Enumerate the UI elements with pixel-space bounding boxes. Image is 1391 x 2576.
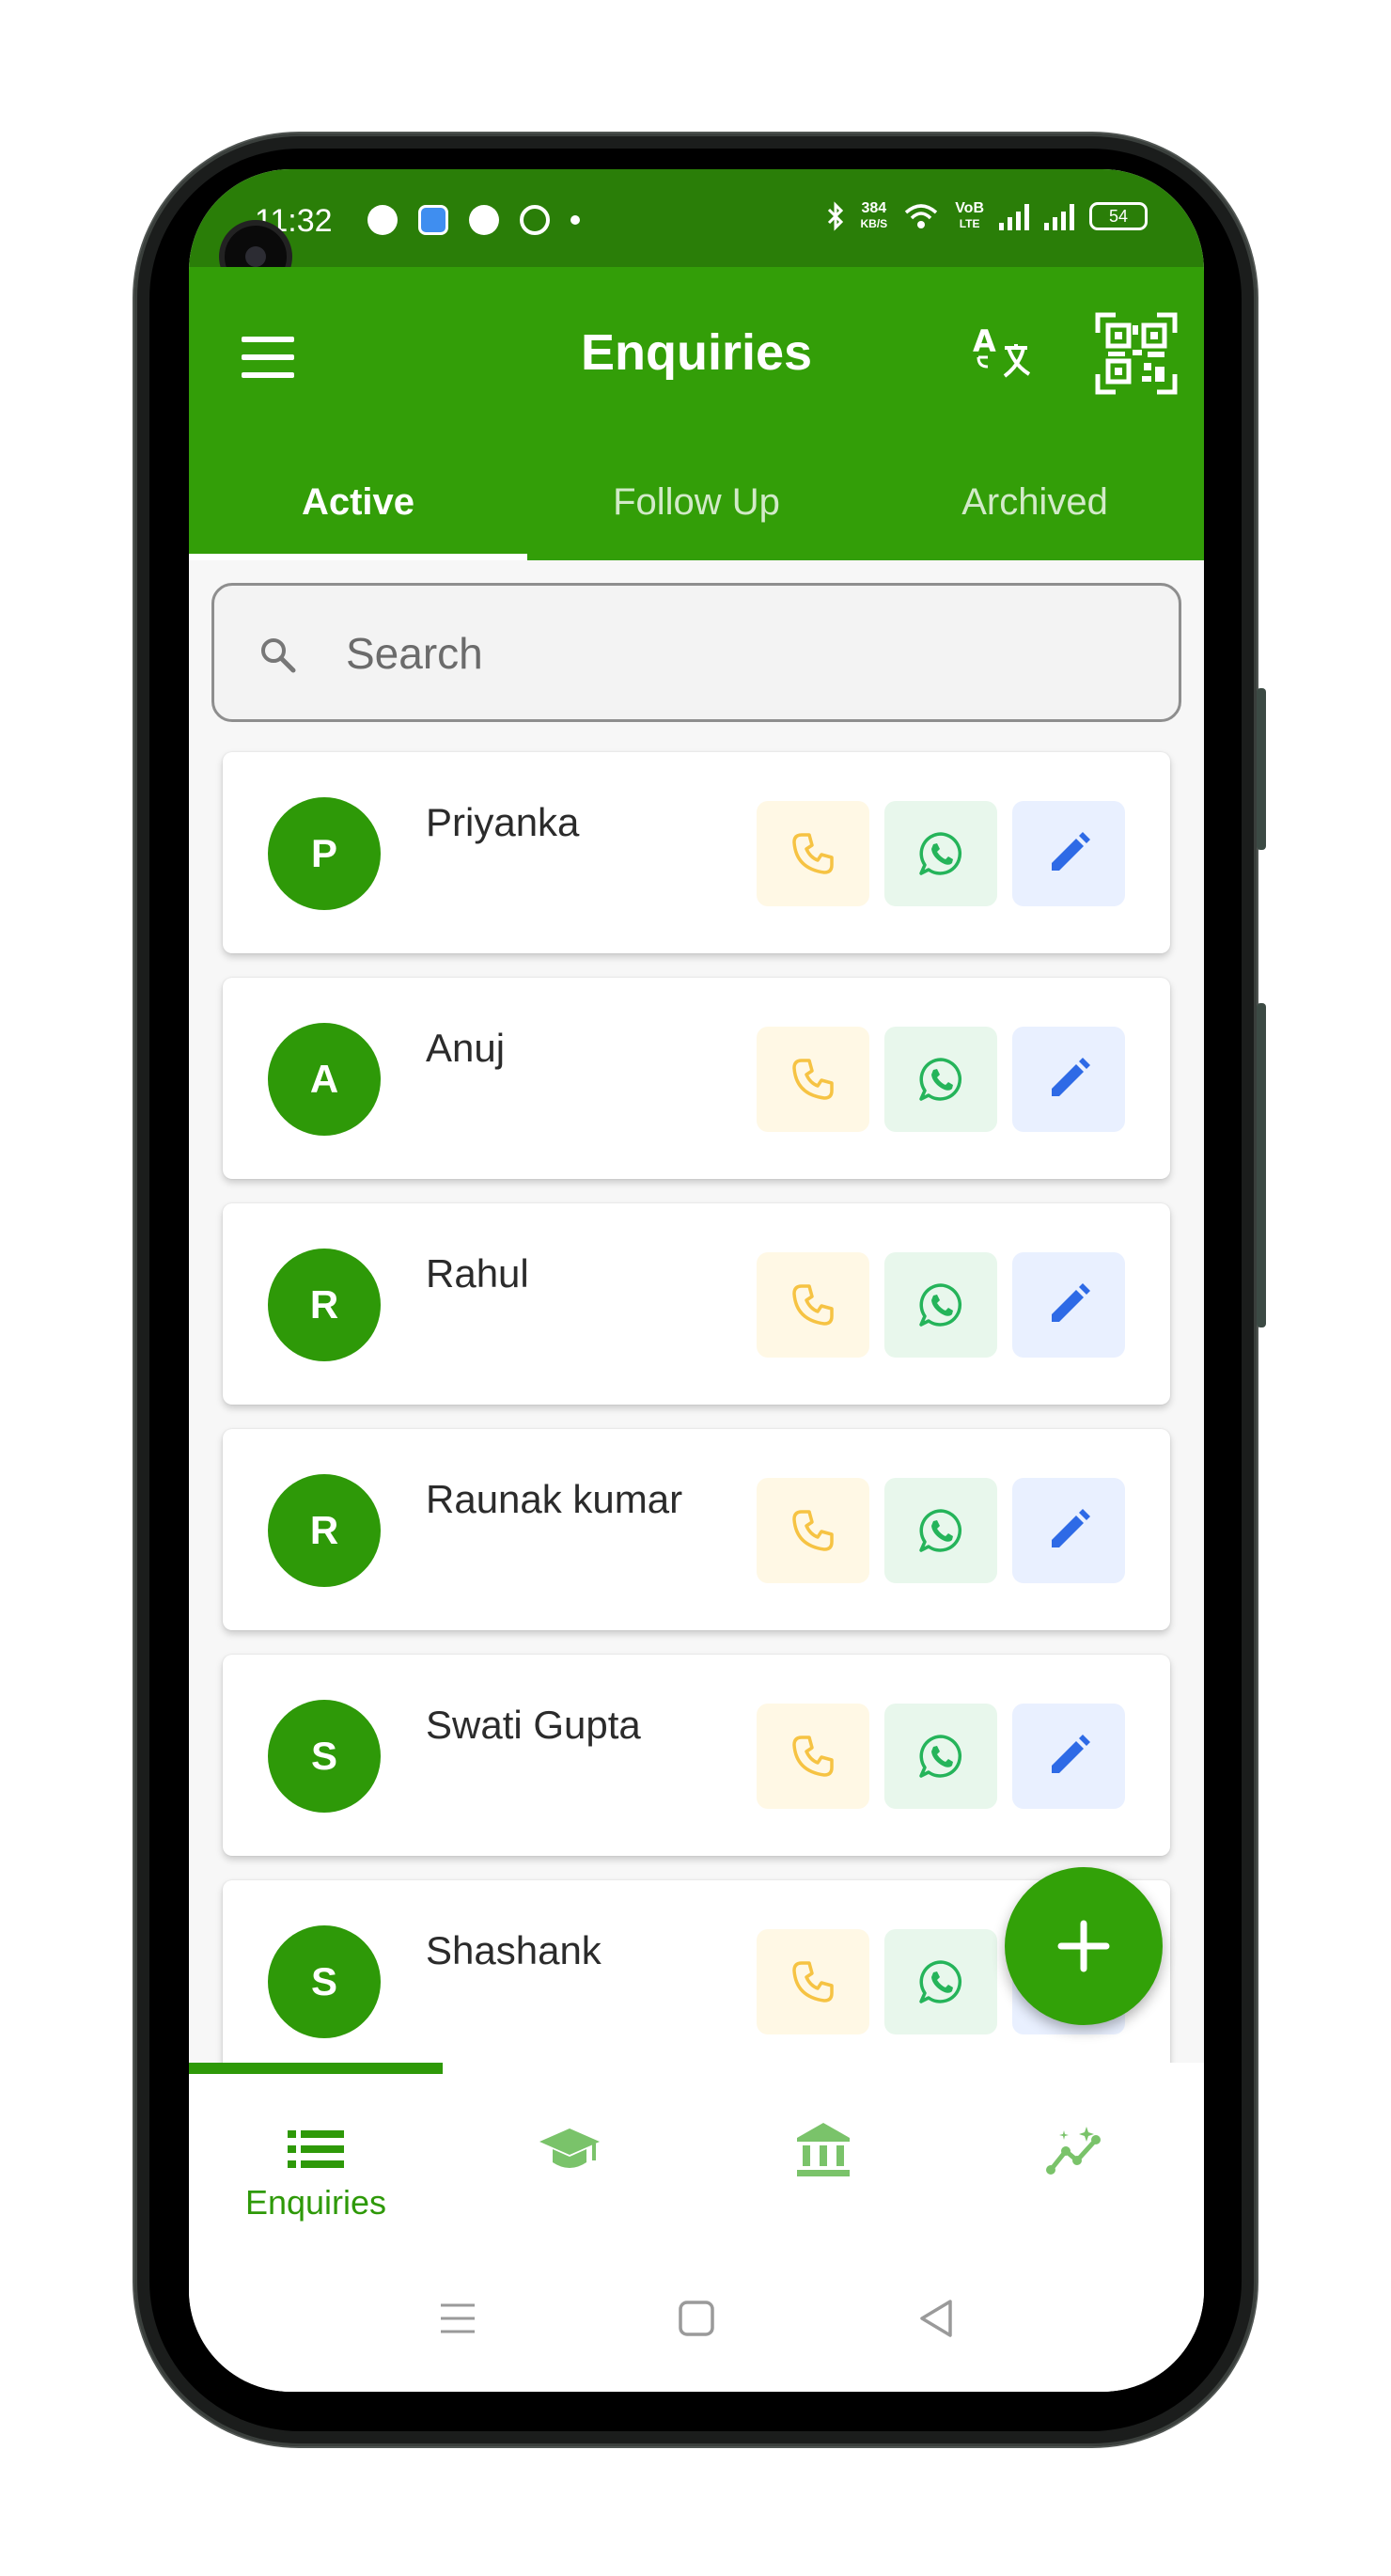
call-button[interactable] [757,1027,869,1132]
phone-icon [792,833,834,874]
phone-icon [792,1736,834,1777]
tab-archived[interactable]: Archived [866,444,1204,560]
page-title: Enquiries [580,324,813,381]
whatsapp-icon [919,1283,962,1327]
fingerprint-icon [520,205,550,235]
enquiry-card[interactable]: R Rahul [223,1203,1170,1405]
svg-text:A: A [973,323,996,359]
call-button[interactable] [757,801,869,906]
avatar: R [268,1474,381,1587]
search-icon [261,638,296,673]
volume-button [1257,688,1266,850]
power-button [1257,1003,1266,1327]
edit-icon [1052,832,1090,871]
enquiry-name: Shashank [426,1928,602,1972]
nav-enquiries-label: Enquiries [244,2183,387,2222]
avatar: S [268,1925,381,2038]
enquiry-name: Priyanka [426,800,580,844]
bank-icon [797,2123,850,2176]
tab-follow-up[interactable]: Follow Up [527,444,866,560]
translate-icon[interactable]: A [971,320,1037,385]
qr-scan-icon[interactable] [1095,312,1178,395]
whatsapp-button[interactable] [884,1478,997,1583]
search-input[interactable] [346,621,1154,685]
phone-icon [792,1284,834,1326]
whatsapp-icon [919,1960,962,2003]
nav-institution[interactable] [696,2063,950,2251]
edit-icon [1052,1735,1090,1773]
recents-icon[interactable] [430,2290,486,2347]
bluetooth-icon [827,201,843,231]
graduation-cap-icon [539,2128,600,2168]
enquiry-card[interactable]: P Priyanka [223,752,1170,953]
whatsapp-icon [919,1058,962,1101]
avatar: A [268,1023,381,1136]
bottom-nav: Enquiries [189,2063,1204,2260]
edit-icon [1052,1283,1090,1322]
system-navigation-bar [189,2260,1204,2392]
nav-insights[interactable] [950,2063,1204,2251]
status-bar: 11:32 384 KB/S VoB LTE 54 [189,169,1204,293]
phone-icon [792,1059,834,1100]
call-button[interactable] [757,1478,869,1583]
more-notifications-icon [570,215,580,225]
enquiry-list-area: P Priyanka A Anuj R Rahul R Raunak kumar S Swati … [189,560,1204,2063]
tab-active[interactable]: Active [189,444,527,560]
battery-icon: 54 [1089,202,1148,230]
system-icons: 384 KB/S VoB LTE 54 [825,201,1148,231]
whatsapp-button[interactable] [884,1704,997,1809]
edit-icon [1052,1058,1090,1096]
app-notification-icon [418,205,448,235]
avatar: P [268,797,381,910]
edit-button[interactable] [1012,1478,1125,1583]
nav-enquiries[interactable]: Enquiries [189,2063,443,2251]
enquiry-name: Swati Gupta [426,1703,641,1747]
screen: 11:32 384 KB/S VoB LTE 54 Enquiries A Ac… [189,169,1204,2392]
edit-button[interactable] [1012,1704,1125,1809]
search-box[interactable] [211,583,1181,722]
phone-icon [792,1961,834,2003]
enquiry-card[interactable]: S Swati Gupta [223,1655,1170,1856]
list-icon [288,2130,344,2168]
enquiry-card[interactable]: A Anuj [223,978,1170,1179]
call-button[interactable] [757,1929,869,2034]
whatsapp-icon [919,1509,962,1552]
notification-icons [367,205,580,235]
signal-icon-sim1 [999,202,1029,230]
call-button[interactable] [757,1252,869,1358]
enquiry-card[interactable]: R Raunak kumar [223,1429,1170,1630]
avatar: R [268,1249,381,1361]
message-icon [469,205,499,235]
back-icon[interactable] [909,2290,965,2347]
whatsapp-button[interactable] [884,1252,997,1358]
phone-icon [792,1510,834,1551]
home-icon[interactable] [668,2290,725,2347]
enquiry-name: Rahul [426,1251,529,1296]
edit-button[interactable] [1012,1027,1125,1132]
network-speed: 384 KB/S [860,200,888,231]
whatsapp-button[interactable] [884,1929,997,2034]
add-enquiry-button[interactable] [1005,1867,1163,2025]
edit-icon [1052,1509,1090,1547]
whatsapp-icon [919,1735,962,1778]
signal-icon-sim2 [1044,202,1074,230]
volte-indicator: VoB LTE [955,200,984,231]
insights-icon [1046,2127,1101,2175]
enquiry-name: Anuj [426,1026,506,1070]
edit-button[interactable] [1012,801,1125,906]
avatar: S [268,1700,381,1813]
snapchat-icon [367,205,398,235]
app-bar: Enquiries A Active Follow Up Archived [189,267,1204,560]
whatsapp-icon [919,832,962,875]
plus-icon [1057,1920,1110,1972]
edit-button[interactable] [1012,1252,1125,1358]
wifi-icon [905,204,938,228]
whatsapp-button[interactable] [884,1027,997,1132]
tab-bar: Active Follow Up Archived [189,444,1204,560]
enquiry-name: Raunak kumar [426,1477,683,1521]
whatsapp-button[interactable] [884,801,997,906]
nav-courses[interactable] [443,2063,696,2251]
call-button[interactable] [757,1704,869,1809]
